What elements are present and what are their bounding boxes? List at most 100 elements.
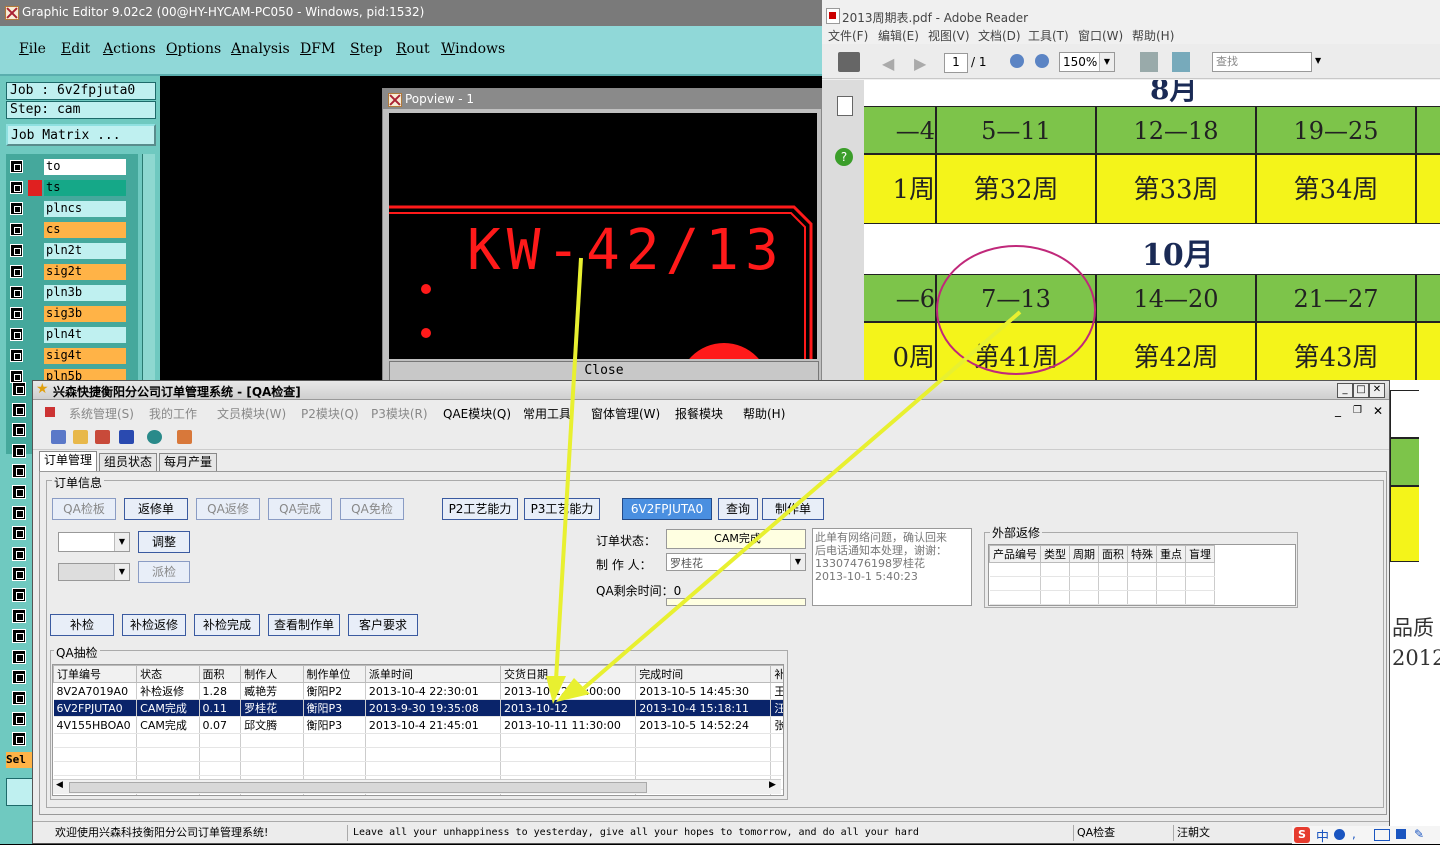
view-icon[interactable] xyxy=(147,430,162,444)
layer-name[interactable]: sig4t xyxy=(44,348,126,364)
job-matrix-button[interactable]: Job Matrix ... xyxy=(6,124,156,146)
column-header[interactable]: 面积 xyxy=(198,665,242,683)
qa-sample-table[interactable]: 订单编号状态面积制作人制作单位派单时间交货日期完成时间补检人8V2A7019A0… xyxy=(52,664,784,796)
column-header[interactable]: 状态 xyxy=(136,665,200,683)
mdi-restore-icon[interactable]: ❐ xyxy=(1353,405,1362,416)
reader-menu-item[interactable]: 视图(V) xyxy=(928,27,970,44)
pages-icon[interactable] xyxy=(837,96,853,116)
grid-icon[interactable] xyxy=(51,430,66,444)
layer-row-plncs[interactable]: plncs xyxy=(8,201,128,218)
layer-row-cs[interactable]: cs xyxy=(8,222,128,239)
close-button[interactable]: ✕ xyxy=(1369,383,1385,398)
layer-row-sig2t[interactable]: sig2t xyxy=(8,264,128,281)
external-rework-table[interactable]: 产品编号 类型 周期 面积 特殊 重点 盲埋 xyxy=(988,544,1296,606)
zoom-in-icon[interactable] xyxy=(1035,54,1049,68)
column-header[interactable]: 面积 xyxy=(1098,545,1128,563)
layer-row-pln4t[interactable]: pln4t xyxy=(8,327,128,344)
reader-menu-item[interactable]: 帮助(H) xyxy=(1132,27,1174,44)
menu-options[interactable]: Options xyxy=(166,41,221,57)
layer-checkbox[interactable] xyxy=(12,423,26,438)
layer-checkbox[interactable] xyxy=(12,732,26,747)
qa-menu-item[interactable]: P2模块(Q) xyxy=(301,405,359,422)
adjust-button[interactable]: 调整 xyxy=(138,531,190,553)
layer-checkbox[interactable] xyxy=(12,505,26,520)
column-header[interactable]: 制作单位 xyxy=(302,665,366,683)
maximize-button[interactable]: □ xyxy=(1353,383,1369,398)
layer-name[interactable]: ts xyxy=(44,180,126,196)
minimize-button[interactable]: _ xyxy=(1337,383,1353,398)
column-header[interactable]: 重点 xyxy=(1156,545,1186,563)
menu-rout[interactable]: Rout xyxy=(396,41,430,57)
menu-analysis[interactable]: Analysis xyxy=(231,41,290,57)
column-header[interactable]: 特殊 xyxy=(1127,545,1157,563)
layer-checkbox[interactable] xyxy=(12,629,26,644)
query-button[interactable]: 查询 xyxy=(718,498,758,520)
ime-mode[interactable]: 中 xyxy=(1316,826,1329,845)
qa-menu-item[interactable]: 我的工作 xyxy=(149,405,197,422)
maker-select[interactable]: 罗桂花 ▼ xyxy=(666,553,806,571)
order-code-field[interactable]: 6V2FPJUTA0 xyxy=(622,498,712,520)
dispatch-select[interactable]: ▼ xyxy=(58,563,130,581)
qa-menu-item[interactable]: 报餐模块 xyxy=(675,405,723,422)
recheck-action-button[interactable]: 补检完成 xyxy=(194,614,260,636)
menu-edit[interactable]: Edit xyxy=(61,41,90,57)
layer-name[interactable]: sig3b xyxy=(44,306,126,322)
qa-action-button[interactable]: QA完成 xyxy=(268,498,332,520)
reader-menu-item[interactable]: 文件(F) xyxy=(828,27,868,44)
menu-step[interactable]: Step xyxy=(350,41,382,57)
menu-dfm[interactable]: DFM xyxy=(300,41,335,57)
layer-checkbox[interactable] xyxy=(10,244,23,257)
layer-checkbox[interactable] xyxy=(12,670,26,685)
reader-menu-item[interactable]: 工具(T) xyxy=(1028,27,1069,44)
scroll-left-icon[interactable]: ◀ xyxy=(56,780,63,790)
print-icon[interactable] xyxy=(838,52,860,72)
qa-menu-item[interactable]: 帮助(H) xyxy=(743,405,785,422)
layer-name[interactable]: cs xyxy=(44,222,126,238)
qa-menu-item[interactable]: 文员模块(W) xyxy=(217,405,286,422)
menu-windows[interactable]: Windows xyxy=(441,41,505,57)
column-header[interactable]: 订单编号 xyxy=(53,665,138,683)
keyboard-icon[interactable] xyxy=(1374,829,1390,841)
punctuation-icon[interactable] xyxy=(1334,829,1345,840)
help-icon[interactable]: ? xyxy=(835,148,853,166)
dispatch-button[interactable]: 派检 xyxy=(138,561,190,583)
sel-button[interactable]: Sel xyxy=(6,752,32,768)
save-icon[interactable] xyxy=(119,430,134,444)
skin-icon[interactable] xyxy=(1396,829,1406,839)
column-header[interactable]: 派单时间 xyxy=(364,665,502,683)
popview-close-button[interactable]: Close xyxy=(389,361,819,381)
layer-checkbox[interactable] xyxy=(12,382,26,396)
qa-menu-item[interactable]: 常用工具 xyxy=(523,405,571,422)
column-header[interactable]: 类型 xyxy=(1040,545,1070,563)
menu-actions[interactable]: Actions xyxy=(103,41,156,57)
reader-menu-item[interactable]: 文档(D) xyxy=(978,27,1021,44)
layer-checkbox[interactable] xyxy=(10,265,23,278)
layer-checkbox[interactable] xyxy=(12,588,26,602)
column-header[interactable]: 完成时间 xyxy=(635,665,772,683)
qa-menu-item[interactable]: 窗体管理(W) xyxy=(591,405,660,422)
table-row[interactable] xyxy=(989,576,1215,591)
find-dropdown-icon[interactable]: ▼ xyxy=(1315,56,1321,65)
layer-name[interactable]: pln4t xyxy=(44,327,126,343)
table-row[interactable]: 4V155HBOA0 CAM完成 0.07 邱文腾 衡阳P3 2013-10-4 21:4… xyxy=(53,716,783,734)
table-hscrollbar[interactable]: ◀ ▶ xyxy=(53,779,781,794)
layer-checkbox[interactable] xyxy=(10,349,23,362)
reader-menu-item[interactable]: 窗口(W) xyxy=(1078,27,1123,44)
layer-checkbox[interactable] xyxy=(12,649,26,664)
layer-checkbox[interactable] xyxy=(12,567,26,582)
users-icon[interactable] xyxy=(73,430,88,444)
recheck-action-button[interactable]: 客户要求 xyxy=(348,614,418,636)
qa-menu-item[interactable]: P3模块(R) xyxy=(371,405,428,422)
layer-checkbox[interactable] xyxy=(10,223,23,236)
layer-checkbox[interactable] xyxy=(12,608,26,623)
adjust-select[interactable]: ▼ xyxy=(58,532,130,552)
column-header[interactable]: 制作人 xyxy=(240,665,304,683)
scroll-thumb[interactable] xyxy=(69,782,647,793)
fit-page-icon[interactable] xyxy=(1140,52,1158,72)
table-row[interactable] xyxy=(989,562,1215,577)
column-header[interactable]: 交货日期 xyxy=(500,665,637,683)
tool-icon[interactable] xyxy=(6,778,34,806)
layer-checkbox[interactable] xyxy=(10,307,23,320)
find-input[interactable]: 查找 xyxy=(1212,52,1312,72)
chart-icon[interactable] xyxy=(95,430,110,444)
